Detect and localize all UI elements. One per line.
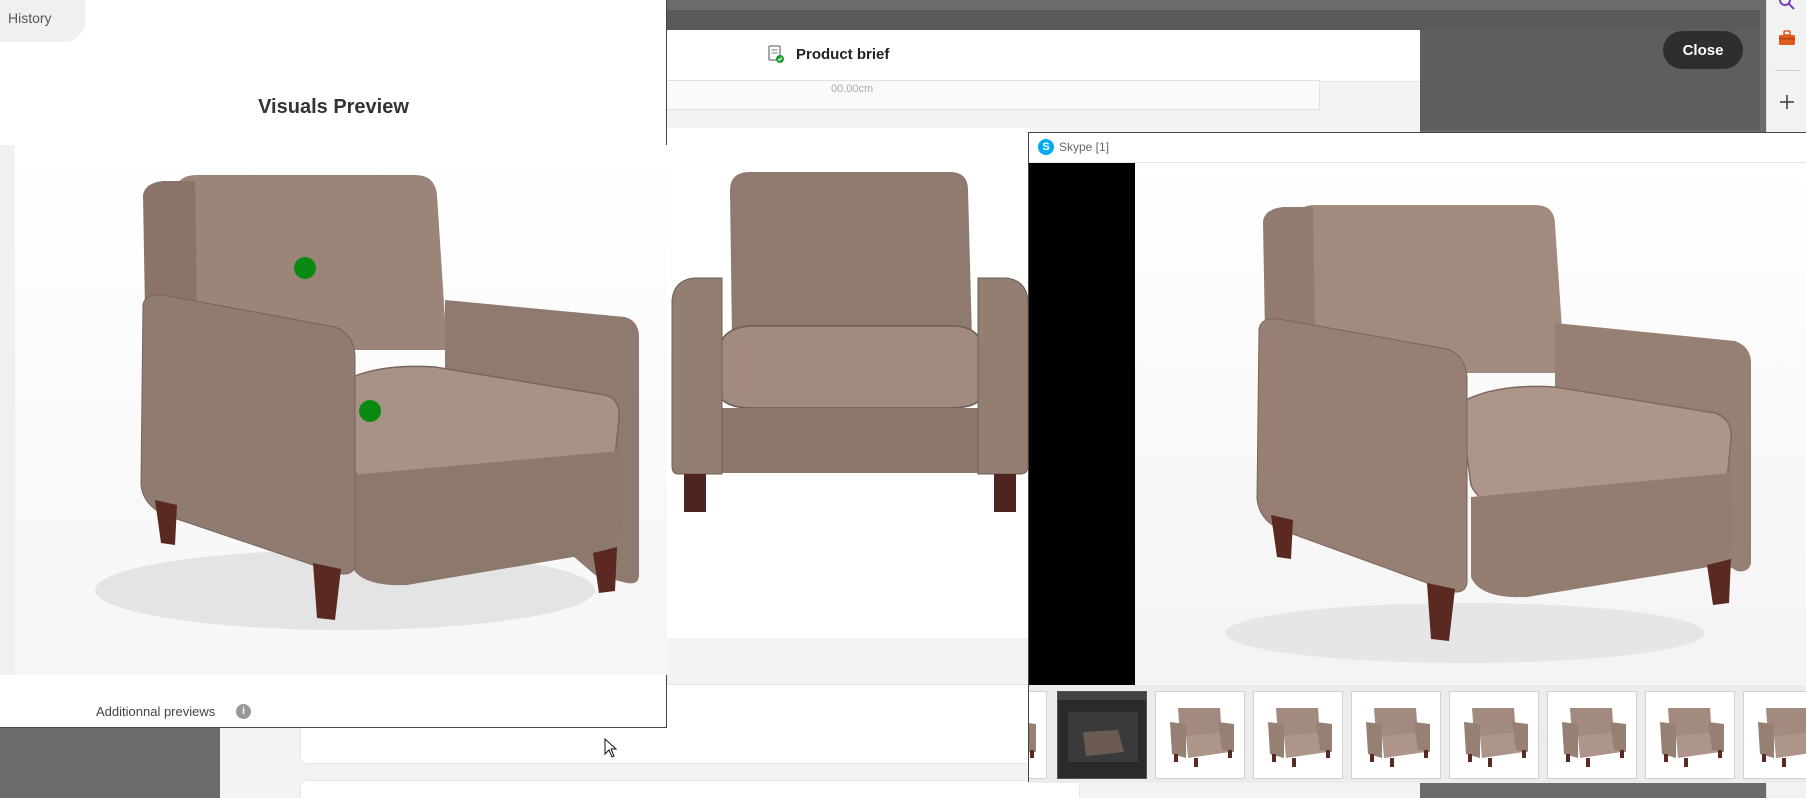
product-brief-label[interactable]: Product brief [796, 46, 889, 63]
preview-side-strip [0, 145, 15, 675]
skype-black-sidebar [1029, 163, 1135, 715]
product-brief-header [640, 30, 1420, 82]
dimensions-card: 00.00cm [640, 80, 1320, 110]
thumbnail[interactable] [1449, 691, 1539, 779]
thumbnail[interactable] [1029, 691, 1047, 779]
screen-thumbnail-image [1058, 692, 1146, 762]
close-button[interactable]: Close [1663, 31, 1743, 69]
thumbnail-selected[interactable] [1057, 691, 1147, 779]
skype-thumbnail-strip [1029, 685, 1806, 783]
toolbox-icon[interactable] [1777, 28, 1797, 48]
additional-previews-label: Additionnal previews [96, 704, 216, 719]
mouse-cursor-icon [604, 738, 618, 758]
plus-icon[interactable] [1777, 92, 1797, 112]
hotspot-marker[interactable] [359, 400, 381, 422]
thumbnail[interactable] [1743, 691, 1806, 779]
background-row [300, 780, 1080, 798]
product-brief-icon [768, 45, 784, 63]
visuals-preview-title: Visuals Preview [258, 96, 409, 118]
history-label: History [8, 10, 52, 26]
info-icon[interactable]: i [236, 704, 251, 719]
hotspot-marker[interactable] [294, 257, 316, 279]
visuals-preview-window: History Visuals Preview Additionnal prev… [0, 0, 667, 728]
thumbnail[interactable] [1351, 691, 1441, 779]
toolbar-divider [1775, 70, 1799, 71]
dimensions-text: 00.00cm [831, 83, 874, 95]
skype-logo-icon: S [1038, 139, 1054, 155]
front-chair-image [671, 172, 1029, 512]
skype-window: S Skype [1] [1028, 132, 1806, 783]
thumbnail[interactable] [1645, 691, 1735, 779]
skype-chair-image [1225, 205, 1751, 663]
skype-titlebar[interactable]: S Skype [1] [1029, 133, 1806, 163]
thumbnail[interactable] [1253, 691, 1343, 779]
skype-title: Skype [1] [1059, 140, 1110, 154]
skype-main-image[interactable] [1135, 163, 1806, 715]
product-image-panel [660, 128, 1030, 638]
thumbnail[interactable] [1155, 691, 1245, 779]
chair-preview[interactable] [15, 145, 667, 675]
history-tab[interactable]: History [0, 0, 85, 42]
thumbnail[interactable] [1547, 691, 1637, 779]
chair-preview-image [95, 175, 639, 630]
search-icon[interactable] [1777, 0, 1797, 12]
